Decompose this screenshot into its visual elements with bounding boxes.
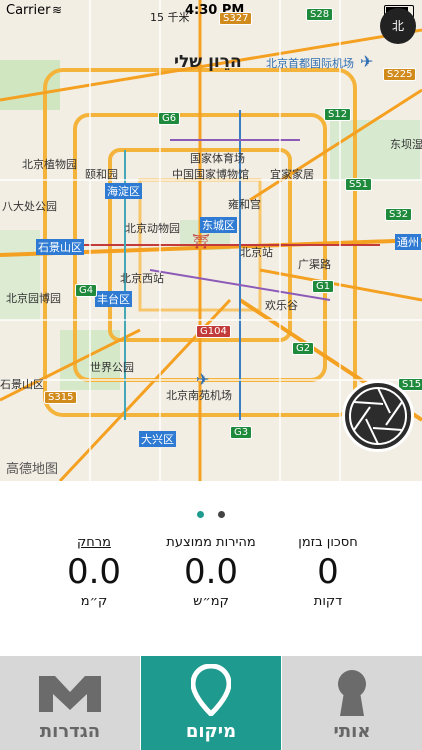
settings-m-icon <box>39 676 101 712</box>
map-label: 宜家家居 <box>270 168 314 181</box>
road-shield: G1 <box>312 280 335 293</box>
tab-label: מיקום <box>185 721 237 742</box>
map-label: 国家体育场 <box>190 152 245 165</box>
map-label: 欢乐谷 <box>265 299 298 312</box>
tab-settings[interactable]: הגדרות <box>0 656 140 750</box>
carrier-label: Carrier <box>6 3 51 18</box>
map-label: 北京站 <box>240 246 273 259</box>
map-label: 北京园博园 <box>6 292 61 305</box>
road-shield: G6 <box>158 112 181 125</box>
tab-label: הגדרות <box>39 721 101 742</box>
airport-icon: ✈ <box>360 52 374 71</box>
map-label: 东坝湿地公园 <box>390 138 422 151</box>
road-shield: G4 <box>75 284 98 297</box>
map-label: 颐和园 <box>85 168 118 181</box>
tab-me[interactable]: אותי <box>282 656 422 750</box>
road-shield: G104 <box>196 325 231 338</box>
page-dot-2[interactable] <box>217 511 225 518</box>
stat-unit: ק״מ <box>80 594 108 609</box>
stat-value: 0.0 <box>66 552 122 592</box>
map-label: 大兴区 <box>139 431 176 447</box>
page-indicator[interactable] <box>0 503 422 522</box>
map-label: 海淀区 <box>105 183 142 199</box>
map-label: 八大处公园 <box>2 200 57 213</box>
map-label: 北京西站 <box>120 272 164 285</box>
road-shield: G3 <box>230 426 253 439</box>
stat-distance: מרחק 0.0 ק״מ <box>24 535 164 609</box>
map-view[interactable]: Carrier ≋ 4:30 PM 15 千米 הרֵון שלי 北 北京首都… <box>0 0 422 481</box>
camera-shutter-button[interactable] <box>342 380 414 452</box>
map-label: 世界公园 <box>90 361 134 374</box>
airport-icon: ✈ <box>196 370 210 389</box>
page-dot-1[interactable] <box>197 511 205 518</box>
road-shield: S32 <box>385 208 413 221</box>
map-label: 丰台区 <box>95 291 132 307</box>
landmark-icon: ⛩ <box>192 234 210 250</box>
tab-location[interactable]: מיקום <box>141 656 281 750</box>
road-shield: S51 <box>345 178 373 191</box>
map-label: 石景山区 <box>0 378 44 391</box>
road-shield: S327 <box>219 12 253 25</box>
tab-bar: הגדרות מיקום אותי <box>0 656 422 750</box>
map-label: 广渠路 <box>298 258 331 271</box>
map-scale: 15 千米 <box>150 11 190 24</box>
map-label: 北京首都国际机场 <box>266 57 354 70</box>
wifi-icon: ≋ <box>52 3 63 17</box>
map-label: 通州 <box>395 234 421 250</box>
keyhole-icon <box>338 670 366 716</box>
map-label: 石景山区 <box>36 239 84 255</box>
compass-icon[interactable]: 北 <box>380 8 416 44</box>
map-label: 雍和宫 <box>228 198 261 211</box>
map-label: 北京动物园 <box>125 222 180 235</box>
map-label: 北京植物园 <box>22 158 77 171</box>
stat-label: מרחק <box>77 535 111 550</box>
road-shield: S12 <box>324 108 352 121</box>
map-watermark: 高德地图 <box>6 462 59 477</box>
location-pin-icon <box>191 664 231 716</box>
map-label: 东城区 <box>200 217 237 233</box>
road-shield: S315 <box>44 391 78 404</box>
map-label: 中国国家博物馆 <box>172 168 249 181</box>
road-shield: G2 <box>292 342 315 355</box>
status-bar: Carrier ≋ 4:30 PM <box>0 0 422 22</box>
tab-label: אותי <box>333 721 371 742</box>
map-label: 北京南苑机场 <box>166 389 232 402</box>
shutter-icon <box>349 387 407 445</box>
map-title: הרֵון שלי <box>174 52 242 72</box>
road-shield: S28 <box>306 8 334 21</box>
road-shield: S225 <box>383 68 417 81</box>
